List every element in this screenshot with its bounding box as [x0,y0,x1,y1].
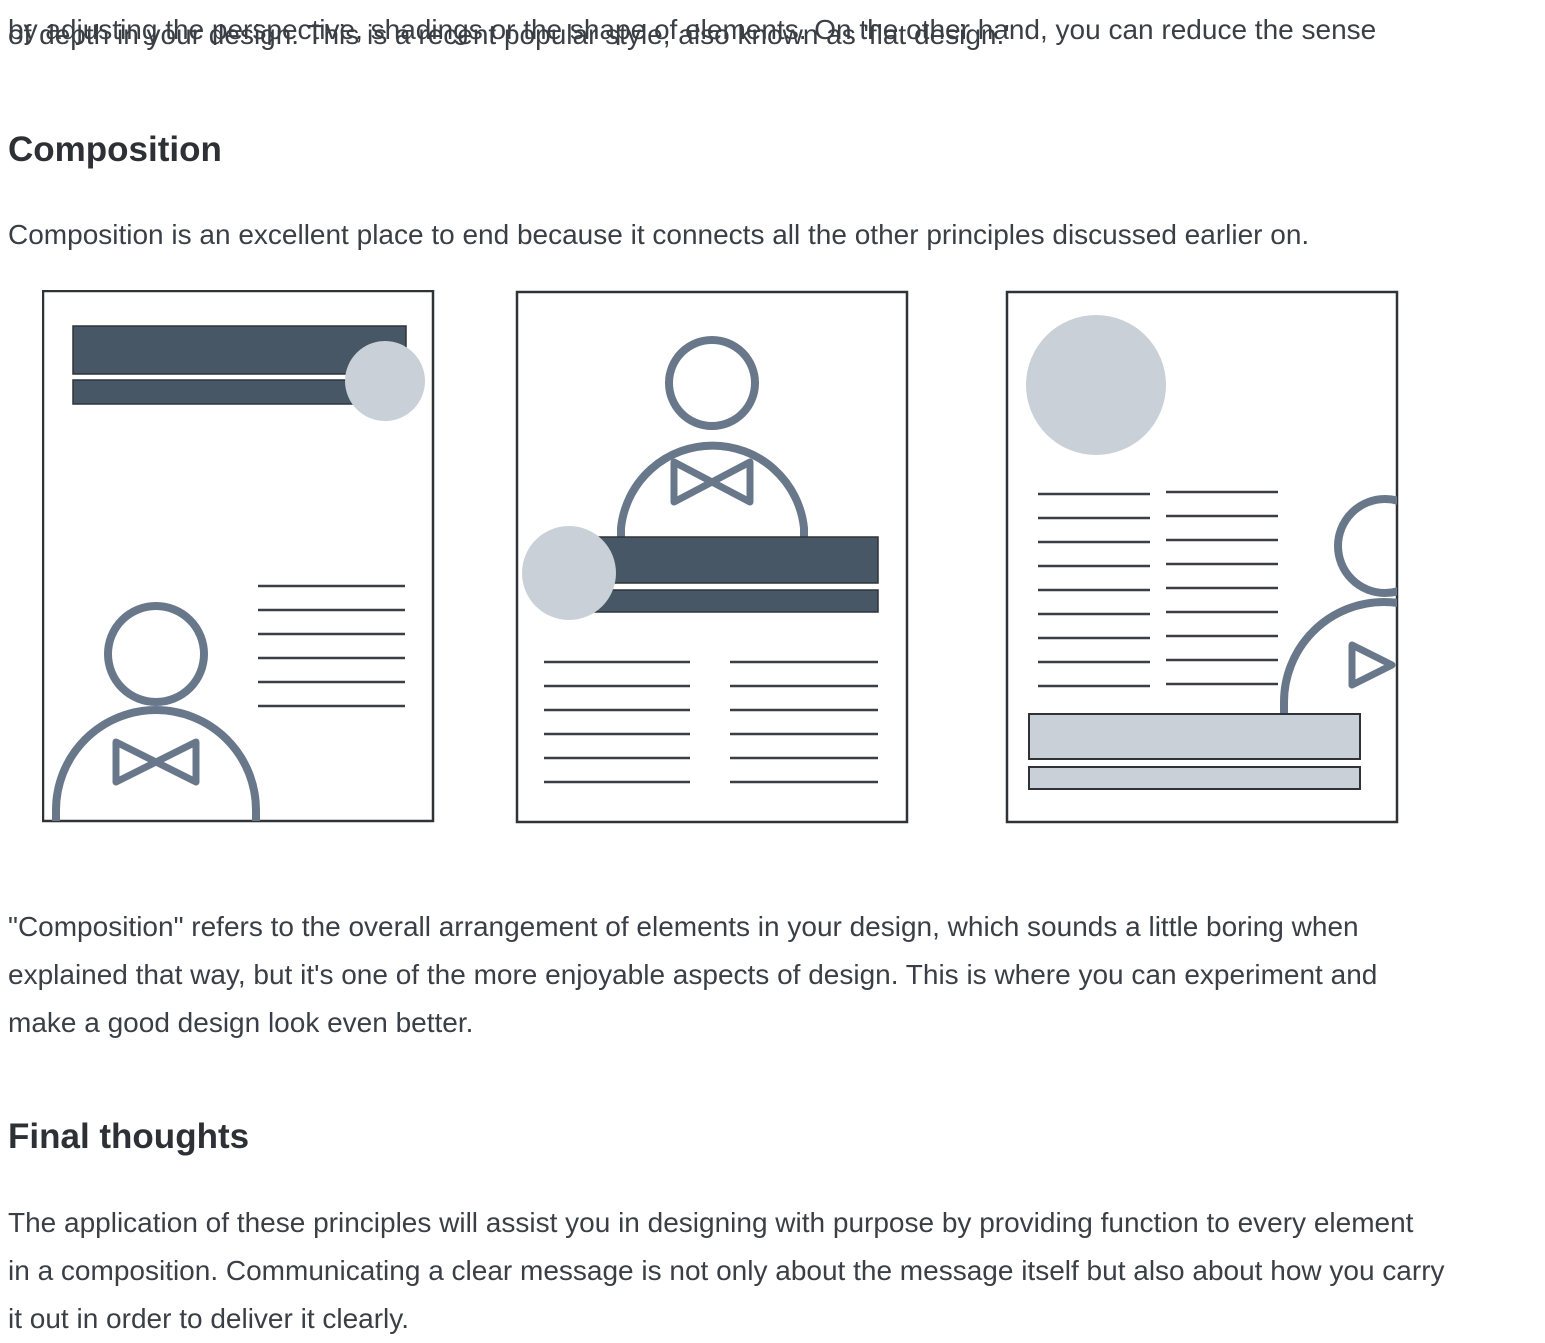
layout-panel-2 [515,290,909,824]
composition-illustrations [42,290,1402,826]
panel-2-title-bar [591,536,879,584]
final-thoughts-heading: Final thoughts [8,1117,250,1156]
composition-body-line-1: "Composition" refers to the overall arra… [8,911,1359,942]
panel-3-title-bar [1028,713,1361,760]
final-body-line-1: The application of these principles will… [8,1207,1414,1238]
final-body-line-3: it out in order to deliver it clearly. [8,1303,409,1334]
panel-3-circle [1026,315,1166,455]
composition-body-line-2: explained that way, but it's one of the … [8,959,1378,990]
composition-illustration-svg [42,290,1399,824]
layout-panel-1 [42,290,435,823]
panel-2-circle [522,526,616,620]
composition-lead: Composition is an excellent place to end… [8,219,1310,250]
intro-end-text: of depth in your design. This is a recen… [8,19,1010,50]
panel-2-subtitle-bar [591,589,879,613]
panel-1-circle [345,341,425,421]
final-body-line-2: in a composition. Communicating a clear … [8,1255,1445,1286]
composition-body-line-3: make a good design look even better. [8,1007,474,1038]
composition-heading: Composition [8,130,222,169]
layout-panel-3 [1005,290,1399,824]
panel-3-subtitle-bar [1028,766,1361,790]
